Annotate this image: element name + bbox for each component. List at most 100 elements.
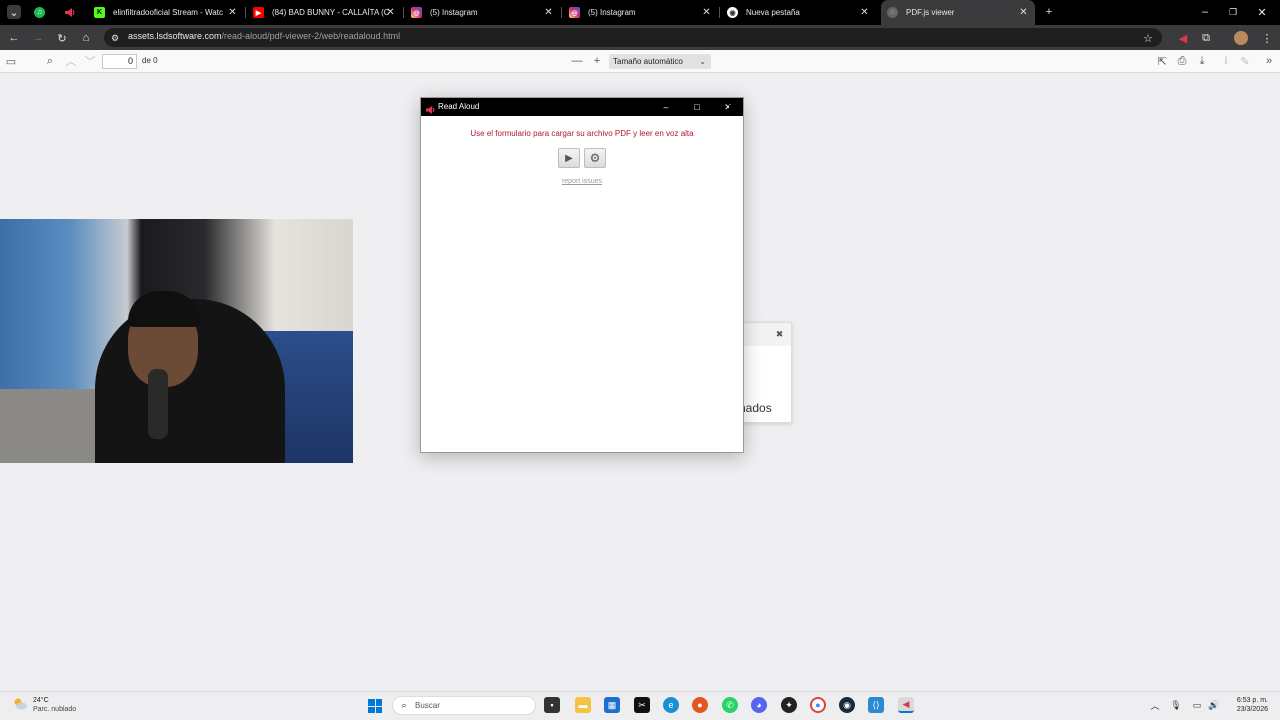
- tab-separator: [245, 7, 246, 18]
- download-save-icon[interactable]: ⤓: [1195, 54, 1209, 68]
- taskbar-search-placeholder: Buscar: [415, 701, 440, 710]
- capcut-icon[interactable]: ✂: [634, 697, 650, 713]
- tab-spotify[interactable]: ♫: [34, 0, 50, 25]
- start-windows-icon[interactable]: [368, 699, 382, 713]
- tab-pdfjs-viewer[interactable]: ◌ PDF.js viewer ✕: [881, 0, 1035, 25]
- webcam-overlay: [0, 219, 353, 463]
- tab-instagram-2[interactable]: ◎ (5) Instagram ✕: [569, 0, 712, 25]
- page-number-input[interactable]: 0: [102, 54, 137, 69]
- window-restore-icon[interactable]: ❐: [1226, 5, 1240, 19]
- weather-condition[interactable]: Parc. nublado: [33, 706, 76, 713]
- tab-instagram-1[interactable]: ◎ (5) Instagram ✕: [411, 0, 554, 25]
- webcam-microphone: [148, 369, 168, 439]
- tab-youtube[interactable]: ▶ (84) BAD BUNNY - CALLAÍTA (C ✕: [253, 0, 396, 25]
- tab-kick-stream[interactable]: K elinfiltradooficial Stream - Watc ✕: [94, 0, 238, 25]
- tab-search-chevron-icon[interactable]: ⌄: [7, 5, 21, 19]
- close-tab-icon[interactable]: ✕: [701, 7, 712, 18]
- microphone-icon[interactable]: 🎙: [1170, 699, 1182, 711]
- chrome-icon: ◉: [727, 7, 738, 18]
- gear-icon: ⚙: [589, 151, 601, 165]
- previous-page-icon[interactable]: ︿: [64, 54, 78, 68]
- steam-icon[interactable]: ◉: [839, 697, 855, 713]
- site-info-icon[interactable]: ⚙: [108, 31, 122, 45]
- back-arrow-icon[interactable]: ←: [7, 31, 21, 45]
- play-button[interactable]: ▶: [558, 148, 580, 168]
- tools-chevrons-icon[interactable]: »: [1262, 54, 1276, 68]
- instagram-icon: ◎: [569, 7, 580, 18]
- taskbar-search-box[interactable]: [392, 696, 536, 715]
- windows-logo-pane: [368, 706, 375, 713]
- weather-temperature[interactable]: 24°C: [33, 697, 49, 704]
- window-close-icon[interactable]: ✕: [1255, 5, 1269, 19]
- next-page-icon[interactable]: ﹀: [83, 54, 97, 68]
- home-icon[interactable]: ⌂: [79, 31, 93, 45]
- taskbar-clock[interactable]: 6:53 p. m.: [1222, 697, 1268, 704]
- windows-logo-pane: [375, 699, 382, 706]
- url-text[interactable]: assets.lsdsoftware.com/read-aloud/pdf-vi…: [128, 31, 400, 41]
- new-tab-plus-icon[interactable]: +: [1042, 5, 1056, 19]
- background-dialog: ✖ nados: [738, 322, 792, 423]
- whatsapp-icon[interactable]: ✆: [722, 697, 738, 713]
- report-issues-link[interactable]: report issues: [421, 178, 743, 185]
- forward-arrow-icon[interactable]: →: [31, 31, 45, 45]
- profile-avatar[interactable]: [1234, 31, 1248, 45]
- tab-label: (84) BAD BUNNY - CALLAÍTA (C: [272, 8, 390, 17]
- tab-label: elinfiltradooficial Stream - Watc: [113, 8, 223, 17]
- weather-cloud-sun-icon[interactable]: [12, 696, 28, 712]
- read-aloud-popup: Read Aloud – □ ✕ Use el formulario para …: [420, 97, 744, 453]
- find-search-icon[interactable]: ⌕: [43, 54, 57, 68]
- read-aloud-taskbar-icon[interactable]: ◀: [898, 697, 914, 713]
- sidebar-toggle-icon[interactable]: ▭: [4, 54, 18, 68]
- bookmark-star-icon[interactable]: ☆: [1141, 31, 1155, 45]
- taskbar-date[interactable]: 23/3/2026: [1222, 706, 1268, 713]
- popup-minimize-icon[interactable]: –: [659, 100, 673, 114]
- chrome-icon[interactable]: ●: [810, 697, 826, 713]
- read-aloud-extension-icon[interactable]: ◀: [1176, 31, 1190, 45]
- reload-icon[interactable]: ↻: [55, 31, 69, 45]
- popup-title: Read Aloud: [438, 102, 480, 111]
- draw-pen-icon[interactable]: ✎: [1238, 54, 1252, 68]
- popup-maximize-icon[interactable]: □: [690, 100, 704, 114]
- search-icon: ⌕: [401, 699, 407, 710]
- read-aloud-icon: [64, 7, 75, 18]
- read-aloud-icon: [425, 102, 435, 114]
- zoom-out-icon[interactable]: —: [570, 54, 584, 68]
- zoom-in-icon[interactable]: +: [590, 54, 604, 68]
- instagram-icon: ◎: [411, 7, 422, 18]
- window-minimize-icon[interactable]: –: [1198, 5, 1212, 19]
- zoom-select[interactable]: Tamaño automático ⌄: [609, 54, 711, 69]
- close-tab-icon[interactable]: ✕: [385, 7, 396, 18]
- tab-new-tab[interactable]: ◉ Nueva pestaña ✕: [727, 0, 870, 25]
- spotify-icon: ♫: [34, 7, 45, 18]
- youtube-icon: ▶: [253, 7, 264, 18]
- tab-label: (5) Instagram: [430, 8, 478, 17]
- edge-icon[interactable]: e: [663, 697, 679, 713]
- game-app-icon[interactable]: ✦: [781, 697, 797, 713]
- close-tab-icon[interactable]: ✕: [543, 7, 554, 18]
- windows-logo-pane: [375, 706, 382, 713]
- vscode-icon[interactable]: ⟨⟩: [868, 697, 884, 713]
- menu-kebab-icon[interactable]: ⋮: [1260, 31, 1274, 45]
- close-icon[interactable]: ✖: [774, 329, 785, 340]
- settings-button[interactable]: ⚙: [584, 148, 606, 168]
- popup-title-bar[interactable]: Read Aloud – □ ✕: [421, 98, 743, 116]
- url-path: /read-aloud/pdf-viewer-2/web/readaloud.h…: [221, 31, 401, 41]
- close-tab-icon[interactable]: ✕: [859, 7, 870, 18]
- close-tab-icon[interactable]: ✕: [227, 7, 238, 18]
- microsoft-store-icon[interactable]: ▦: [604, 697, 620, 713]
- close-tab-icon[interactable]: ✕: [1018, 7, 1029, 18]
- tab-separator: [719, 7, 720, 18]
- print-icon[interactable]: ⎙: [1175, 54, 1189, 68]
- display-icon[interactable]: ▭: [1191, 699, 1203, 711]
- extensions-puzzle-icon[interactable]: ⧉: [1199, 31, 1213, 45]
- open-file-icon[interactable]: ⇱: [1155, 54, 1169, 68]
- task-view-icon[interactable]: ▪: [544, 697, 560, 713]
- chevron-up-icon[interactable]: ︿: [1149, 699, 1161, 711]
- volume-icon[interactable]: 🔊: [1208, 699, 1220, 711]
- file-explorer-icon[interactable]: ▬: [575, 697, 591, 713]
- tab-read-aloud[interactable]: [64, 0, 80, 25]
- discord-icon[interactable]: ◕: [751, 697, 767, 713]
- text-tool-icon[interactable]: I: [1219, 54, 1233, 68]
- webcam-person-cap: [128, 291, 200, 327]
- brave-firefox-icon[interactable]: ●: [692, 697, 708, 713]
